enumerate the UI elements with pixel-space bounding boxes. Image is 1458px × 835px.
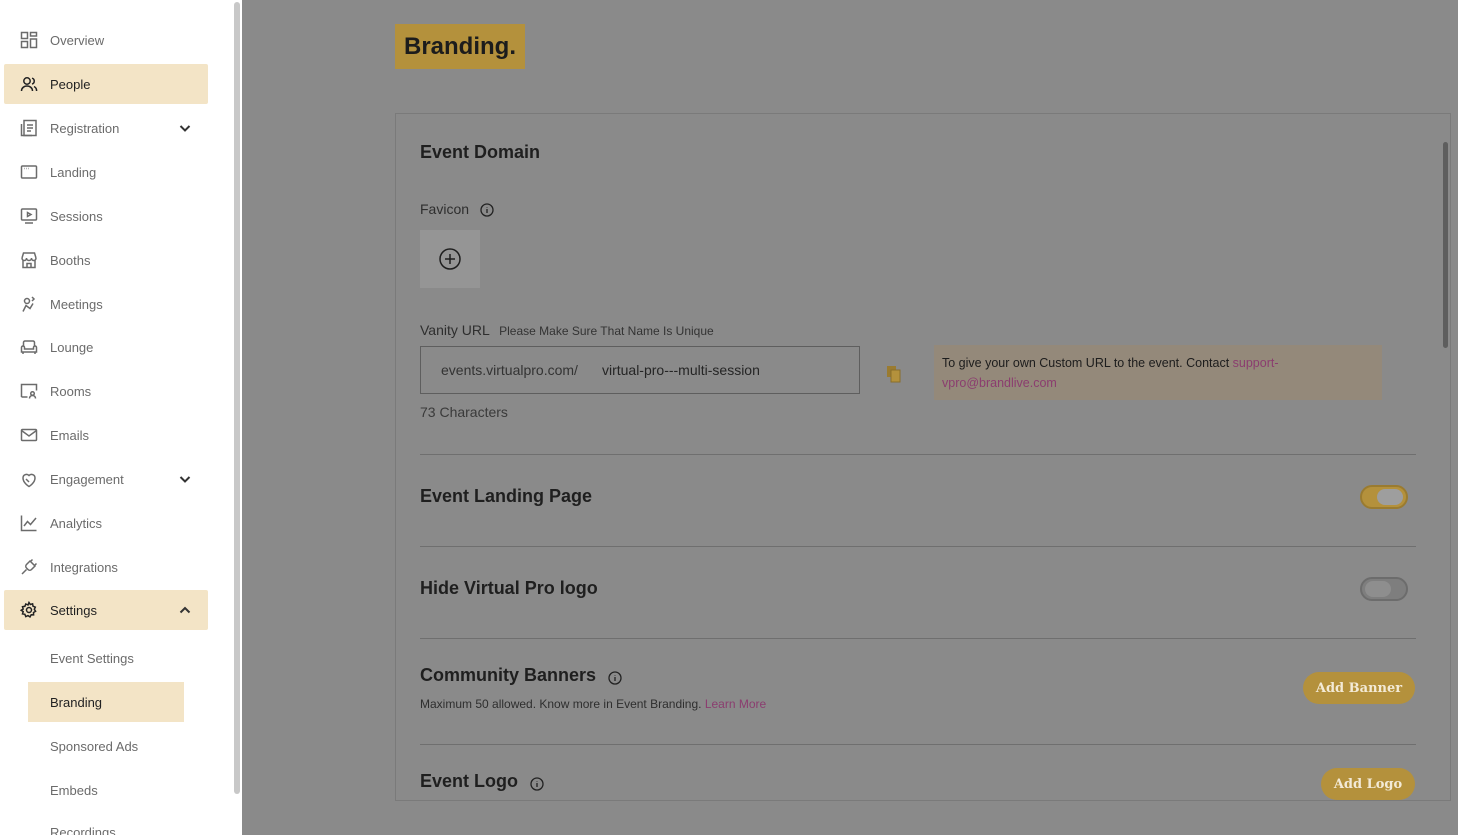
- sidebar-item-label: People: [50, 76, 91, 92]
- sidebar-item-booths[interactable]: Booths: [4, 240, 208, 280]
- sidebar-item-label: Analytics: [50, 515, 103, 531]
- vanity-url-hint: Please Make Sure That Name Is Unique: [499, 324, 714, 338]
- vanity-url-label: Vanity URL Please Make Sure That Name Is…: [420, 322, 714, 338]
- sidebar-item-sessions[interactable]: Sessions: [4, 196, 208, 236]
- copy-icon[interactable]: [886, 365, 902, 383]
- vanity-url-label-text: Vanity URL: [420, 322, 490, 338]
- chevron-down-icon[interactable]: [178, 121, 192, 135]
- support-email-link-continued[interactable]: vpro@brandlive.com: [942, 376, 1057, 390]
- sidebar-item-label: Registration: [50, 120, 120, 136]
- learn-more-link[interactable]: Learn More: [705, 697, 766, 711]
- sidebar-item-lounge[interactable]: Lounge: [4, 327, 208, 367]
- sidebar-subitem-label: Branding: [50, 694, 103, 710]
- sidebar-scrollbar[interactable]: [234, 2, 240, 794]
- character-count: 73 Characters: [420, 404, 508, 420]
- form-icon: [20, 119, 38, 137]
- add-banner-button[interactable]: Add Banner: [1303, 672, 1415, 704]
- sidebar-item-label: Meetings: [50, 296, 103, 312]
- sidebar-subitem-recordings[interactable]: Recordings: [28, 812, 184, 835]
- url-prefix: events.virtualpro.com/: [441, 362, 578, 378]
- play-screen-icon: [20, 207, 38, 225]
- sidebar-item-registration[interactable]: Registration: [4, 108, 208, 148]
- sidebar-subitem-label: Sponsored Ads: [50, 738, 139, 754]
- event-domain-heading: Event Domain: [420, 142, 541, 162]
- sidebar-item-label: Integrations: [50, 559, 118, 575]
- notice-text: To give your own Custom URL to the event…: [942, 356, 1233, 370]
- custom-url-notice: To give your own Custom URL to the event…: [934, 345, 1382, 400]
- sidebar-item-rooms[interactable]: Rooms: [4, 371, 208, 411]
- url-value[interactable]: virtual-pro---multi-session: [602, 362, 760, 378]
- community-banners-desc-text: Maximum 50 allowed. Know more in Event B…: [420, 697, 705, 711]
- favicon-label: Favicon: [420, 201, 494, 217]
- gear-icon: [20, 601, 38, 619]
- hide-logo-toggle[interactable]: [1360, 577, 1408, 601]
- favicon-upload-button[interactable]: [420, 230, 480, 288]
- engagement-icon: [20, 470, 38, 488]
- event-logo-heading-text: Event Logo: [420, 771, 518, 791]
- sidebar-item-label: Booths: [50, 252, 91, 268]
- info-icon[interactable]: [608, 669, 622, 685]
- divider: [420, 744, 1416, 745]
- sidebar-item-label: Settings: [50, 602, 97, 618]
- mail-icon: [20, 426, 38, 444]
- sidebar-item-label: Engagement: [50, 471, 124, 487]
- community-banners-heading-text: Community Banners: [420, 665, 597, 685]
- sidebar-item-label: Lounge: [50, 339, 94, 355]
- sidebar-item-label: Sessions: [50, 208, 103, 224]
- storefront-icon: [20, 251, 38, 269]
- chevron-up-icon[interactable]: [178, 603, 192, 617]
- sidebar-item-overview[interactable]: Overview: [4, 20, 208, 60]
- room-icon: [20, 382, 38, 400]
- sidebar-subitem-sponsored-ads[interactable]: Sponsored Ads: [28, 726, 184, 766]
- favicon-label-text: Favicon: [420, 201, 470, 217]
- sidebar-subitem-label: Embeds: [50, 782, 98, 798]
- card-scrollbar[interactable]: [1443, 142, 1448, 348]
- page-title: Branding.: [395, 24, 525, 69]
- grid-icon: [20, 31, 38, 49]
- sidebar-subitem-branding[interactable]: Branding: [28, 682, 184, 722]
- sidebar-subitem-label: Event Settings: [50, 650, 134, 666]
- sidebar: Overview People Registration Landing Ses…: [0, 0, 232, 835]
- sidebar-item-people[interactable]: People: [4, 64, 208, 104]
- sidebar-subitem-label: Recordings: [50, 824, 116, 835]
- sidebar-item-emails[interactable]: Emails: [4, 415, 208, 455]
- event-landing-page-toggle[interactable]: [1360, 485, 1408, 509]
- sidebar-item-analytics[interactable]: Analytics: [4, 503, 208, 543]
- sidebar-item-label: Overview: [50, 32, 105, 48]
- people-icon: [20, 75, 38, 93]
- sidebar-item-settings[interactable]: Settings: [4, 590, 208, 630]
- hide-logo-heading: Hide Virtual Pro logo: [420, 578, 598, 598]
- sidebar-item-label: Rooms: [50, 383, 92, 399]
- plus-circle-icon: [439, 248, 461, 270]
- add-logo-button[interactable]: Add Logo: [1321, 768, 1415, 800]
- sidebar-item-integrations[interactable]: Integrations: [4, 547, 208, 587]
- sidebar-item-meetings[interactable]: Meetings: [4, 284, 208, 324]
- support-email-link[interactable]: support-: [1233, 356, 1279, 370]
- line-chart-icon: [20, 514, 38, 532]
- branding-card: Event Domain Favicon Vanity URL Please M…: [395, 113, 1451, 801]
- sidebar-subitem-event-settings[interactable]: Event Settings: [28, 638, 184, 678]
- vanity-url-input[interactable]: events.virtualpro.com/ virtual-pro---mul…: [420, 346, 860, 394]
- info-icon[interactable]: [480, 203, 494, 217]
- chevron-down-icon[interactable]: [178, 472, 192, 486]
- divider: [420, 454, 1416, 455]
- plug-icon: [20, 558, 38, 576]
- sofa-icon: [20, 338, 38, 356]
- main-overlay: Branding. Event Domain Favicon Vanity UR…: [242, 0, 1458, 835]
- event-landing-page-heading: Event Landing Page: [420, 486, 593, 506]
- community-banners-description: Maximum 50 allowed. Know more in Event B…: [420, 697, 766, 711]
- sidebar-item-engagement[interactable]: Engagement: [4, 459, 208, 499]
- sidebar-item-label: Emails: [50, 427, 90, 443]
- event-logo-heading: Event Logo: [420, 771, 544, 792]
- sidebar-subitem-embeds[interactable]: Embeds: [28, 770, 184, 810]
- handshake-icon: [20, 295, 38, 313]
- info-icon[interactable]: [530, 775, 544, 791]
- sidebar-item-label: Landing: [50, 164, 97, 180]
- divider: [420, 546, 1416, 547]
- community-banners-heading: Community Banners: [420, 665, 622, 686]
- sidebar-item-landing[interactable]: Landing: [4, 152, 208, 192]
- window-icon: [20, 163, 38, 181]
- divider: [420, 638, 1416, 639]
